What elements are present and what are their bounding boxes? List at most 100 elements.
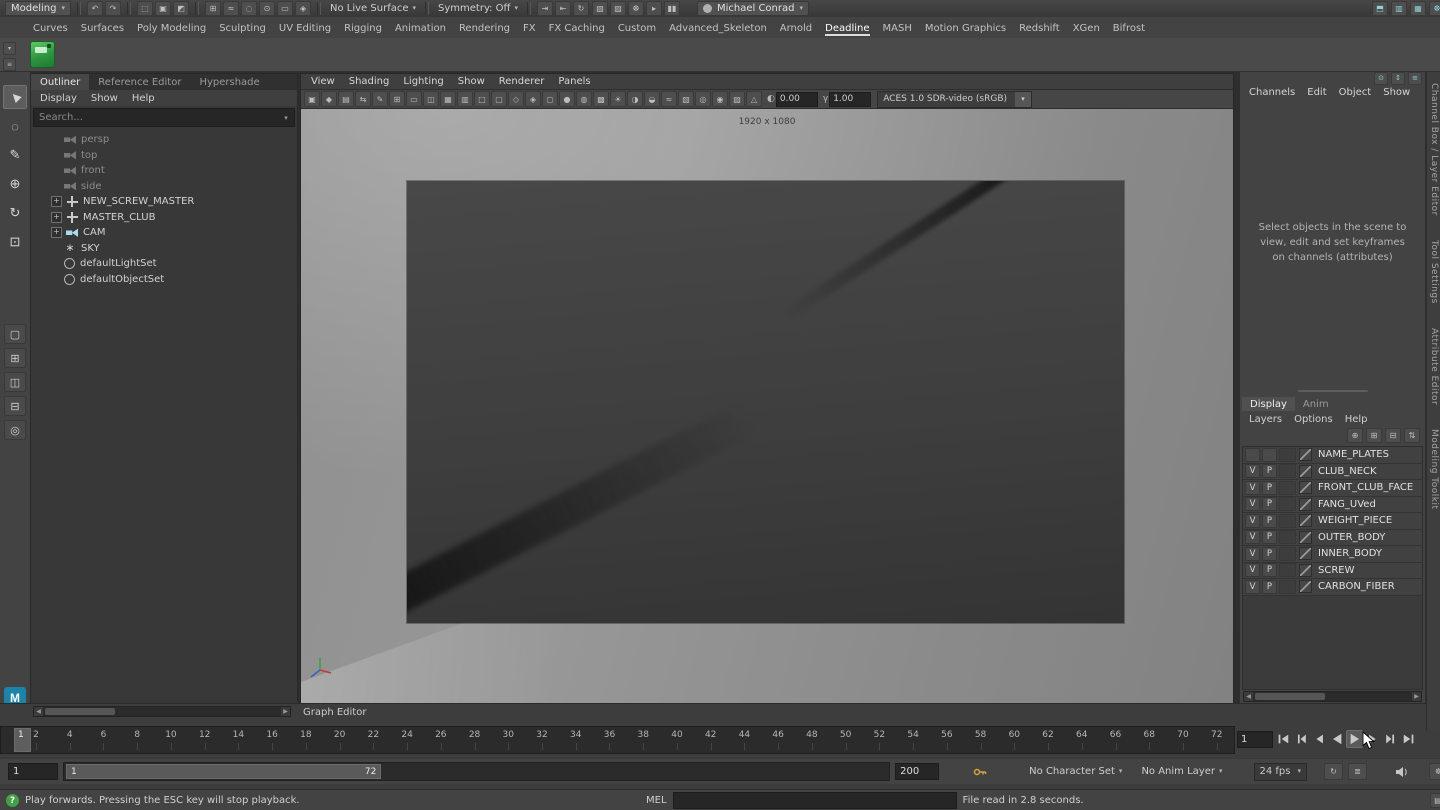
shelf-tab[interactable]: Motion Graphics <box>925 20 1006 36</box>
grease-pencil-icon[interactable]: ✎ <box>372 91 388 107</box>
channel-sliders-icon[interactable]: ↕ <box>1391 72 1405 85</box>
redo-icon[interactable]: ↷ <box>105 1 122 16</box>
layer-display-type-toggle[interactable] <box>1279 579 1296 594</box>
expand-toggle[interactable] <box>51 135 60 144</box>
shelf-tab[interactable]: Sculpting <box>219 20 266 36</box>
layer-visibility-toggle[interactable]: V <box>1245 464 1260 479</box>
current-frame-field[interactable] <box>1237 730 1273 748</box>
scroll-track[interactable] <box>43 707 281 716</box>
expand-toggle[interactable]: + <box>51 196 62 208</box>
layer-visibility-toggle[interactable]: V <box>1245 579 1260 594</box>
expand-toggle[interactable] <box>51 182 60 191</box>
pause-icon[interactable]: ▮▮ <box>663 1 680 16</box>
play-backwards-button[interactable] <box>1328 730 1345 748</box>
scroll-thumb[interactable] <box>1255 693 1325 700</box>
wireframe-icon[interactable]: ◻ <box>542 91 558 107</box>
select-by-hierarchy-icon[interactable]: ⬚ <box>137 1 154 16</box>
expand-toggle[interactable] <box>51 259 60 268</box>
outliner-item[interactable]: top <box>31 148 297 164</box>
layer-display-type-toggle[interactable] <box>1279 563 1296 578</box>
shadows-icon[interactable]: ◑ <box>627 91 643 107</box>
screen-space-ao-icon[interactable]: ◒ <box>644 91 660 107</box>
menu-item[interactable]: Options <box>1294 414 1333 425</box>
snap-to-point-icon[interactable]: ◌ <box>241 1 258 16</box>
multisample-aa-icon[interactable]: ▧ <box>678 91 694 107</box>
scroll-left-icon[interactable]: ◀ <box>1244 692 1253 701</box>
panel-layout-icon[interactable]: ▦ <box>1410 1 1426 16</box>
search-input[interactable] <box>34 112 278 123</box>
snap-to-view-plane-icon[interactable]: ▭ <box>277 1 294 16</box>
pin-channel-box-icon[interactable]: ⊙ <box>1374 72 1388 85</box>
shelf-tab[interactable]: Animation <box>395 20 446 36</box>
layer-visibility-toggle[interactable]: V <box>1245 480 1260 495</box>
step-back-key-button[interactable] <box>1310 730 1327 748</box>
new-layer-from-selected-icon[interactable]: ⊞ <box>1366 428 1382 443</box>
anim-layer-dropdown[interactable]: No Anim Layer ▾ <box>1141 766 1222 777</box>
scroll-right-icon[interactable]: ▶ <box>281 707 290 716</box>
shelf-tab[interactable]: Advanced_Skeleton <box>669 20 767 36</box>
search-filter-chevron-icon[interactable]: ▾ <box>278 114 294 122</box>
viewport-canvas[interactable]: 1920 x 1080 <box>301 109 1233 704</box>
outliner-item[interactable]: + CAM <box>31 225 297 241</box>
isolate-select-icon[interactable]: ◉ <box>712 91 728 107</box>
smooth-shade-icon[interactable]: ● <box>559 91 575 107</box>
layer-color-swatch[interactable] <box>1299 530 1312 544</box>
layer-color-swatch[interactable] <box>1299 580 1312 594</box>
ipr-render-icon[interactable]: ▨ <box>609 1 626 16</box>
input-connections-icon[interactable]: ⇥ <box>536 1 553 16</box>
step-forward-key-button[interactable] <box>1364 730 1381 748</box>
textured-icon[interactable]: ▩ <box>593 91 609 107</box>
graph-editor-label[interactable]: Graph Editor <box>303 707 366 718</box>
frame-all-icon[interactable]: ◇ <box>508 91 524 107</box>
gate-mask-icon[interactable]: ▦ <box>440 91 456 107</box>
outliner-item[interactable]: + MASTER_CLUB <box>31 210 297 226</box>
animation-end-field[interactable] <box>895 763 940 780</box>
layer-color-swatch[interactable] <box>1299 497 1312 511</box>
outliner-toggle-icon[interactable]: ▥ <box>1391 1 1407 16</box>
delete-layer-icon[interactable]: ⊟ <box>1385 428 1401 443</box>
expand-toggle[interactable] <box>51 166 60 175</box>
shelf-tab[interactable]: Arnold <box>780 20 812 36</box>
new-empty-layer-icon[interactable]: ⊕ <box>1347 428 1363 443</box>
exposure-field[interactable] <box>775 91 818 107</box>
fps-dropdown[interactable]: 24 fps ▾ <box>1253 762 1307 781</box>
shelf-tab[interactable]: FX <box>523 20 536 36</box>
layer-visibility-toggle[interactable]: V <box>1245 563 1260 578</box>
shelf-tab[interactable]: Surfaces <box>81 20 124 36</box>
command-line-input[interactable] <box>672 792 957 809</box>
make-object-live-icon[interactable]: ◈ <box>295 1 312 16</box>
outliner-item[interactable]: defaultObjectSet <box>31 272 297 288</box>
live-surface-dropdown[interactable]: No Live Surface ▾ <box>327 3 419 14</box>
undo-icon[interactable]: ↶ <box>87 1 104 16</box>
layer-display-type-toggle[interactable] <box>1279 447 1296 462</box>
shelf-menu-icon[interactable]: ≡ <box>3 58 16 71</box>
mute-icon[interactable] <box>1394 764 1410 780</box>
menu-item[interactable]: Edit <box>1307 87 1326 98</box>
menu-item[interactable]: Lighting <box>403 76 443 87</box>
layer-color-swatch[interactable] <box>1299 514 1312 528</box>
scroll-right-icon[interactable]: ▶ <box>1412 692 1421 701</box>
layer-row[interactable]: V P CLUB_NECK <box>1243 463 1422 480</box>
go-to-end-button[interactable] <box>1400 730 1417 748</box>
menu-item[interactable]: Layers <box>1249 414 1282 425</box>
outliner-item[interactable]: + NEW_SCREW_MASTER <box>31 194 297 210</box>
layer-color-swatch[interactable] <box>1299 563 1312 577</box>
scroll-thumb[interactable] <box>45 708 115 715</box>
gamma-field[interactable] <box>829 91 872 107</box>
shelf-tab-selector-icon[interactable]: ▾ <box>3 42 16 55</box>
wireframe-on-shaded-icon[interactable]: ◍ <box>576 91 592 107</box>
layer-color-swatch[interactable] <box>1299 464 1312 478</box>
frame-selection-icon[interactable]: ◈ <box>525 91 541 107</box>
expand-toggle[interactable] <box>51 151 60 160</box>
snap-to-curve-icon[interactable]: ≈ <box>223 1 240 16</box>
render-settings-icon[interactable]: ☸ <box>627 1 644 16</box>
zoom-tool-button[interactable]: ◎ <box>4 420 26 440</box>
layer-row[interactable]: V P FRONT_CLUB_FACE <box>1243 480 1422 497</box>
menu-item[interactable]: Panels <box>558 76 590 87</box>
menu-item[interactable]: View <box>311 76 335 87</box>
shelf-tab[interactable]: XGen <box>1073 20 1100 36</box>
layer-row[interactable]: V P INNER_BODY <box>1243 546 1422 563</box>
shelf-tab[interactable]: MASH <box>883 20 912 36</box>
camera-attributes-icon[interactable]: ▣ <box>304 91 320 107</box>
snap-to-projected-center-icon[interactable]: ⊙ <box>259 1 276 16</box>
